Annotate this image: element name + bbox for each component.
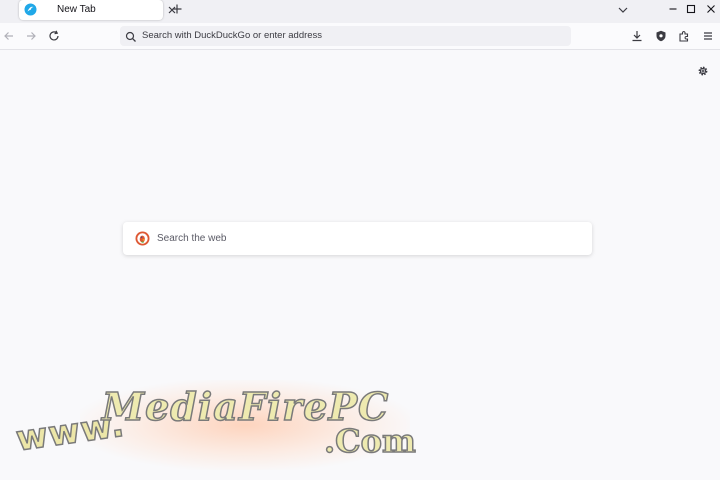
gear-icon[interactable] xyxy=(697,64,709,76)
watermark-suffix: .Com xyxy=(323,421,416,461)
navigation-bar: Search with DuckDuckGo or enter address xyxy=(0,23,720,50)
download-icon[interactable] xyxy=(630,29,644,43)
close-icon[interactable] xyxy=(704,2,718,16)
duckduckgo-icon xyxy=(135,231,150,246)
back-icon[interactable] xyxy=(2,29,16,43)
reload-icon[interactable] xyxy=(47,29,61,43)
chevron-down-icon[interactable] xyxy=(616,3,630,17)
extensions-icon[interactable] xyxy=(677,29,691,43)
minimize-icon[interactable] xyxy=(666,2,680,16)
forward-icon[interactable] xyxy=(24,29,38,43)
watermark: www. MediaFirePC .Com xyxy=(0,370,420,480)
search-icon xyxy=(125,30,137,42)
plus-icon[interactable] xyxy=(170,2,184,16)
maximize-icon[interactable] xyxy=(684,2,698,16)
firefox-icon xyxy=(24,3,37,16)
tab-strip: New Tab xyxy=(0,0,720,23)
tab-title: New Tab xyxy=(57,4,96,15)
tab-new-tab[interactable]: New Tab xyxy=(19,0,176,20)
shield-icon[interactable] xyxy=(654,29,668,43)
search-placeholder: Search the web xyxy=(157,233,227,244)
menu-icon[interactable] xyxy=(701,29,715,43)
address-bar-placeholder: Search with DuckDuckGo or enter address xyxy=(142,30,323,41)
address-bar[interactable]: Search with DuckDuckGo or enter address xyxy=(120,26,571,46)
web-search-box[interactable]: Search the web xyxy=(123,222,592,255)
